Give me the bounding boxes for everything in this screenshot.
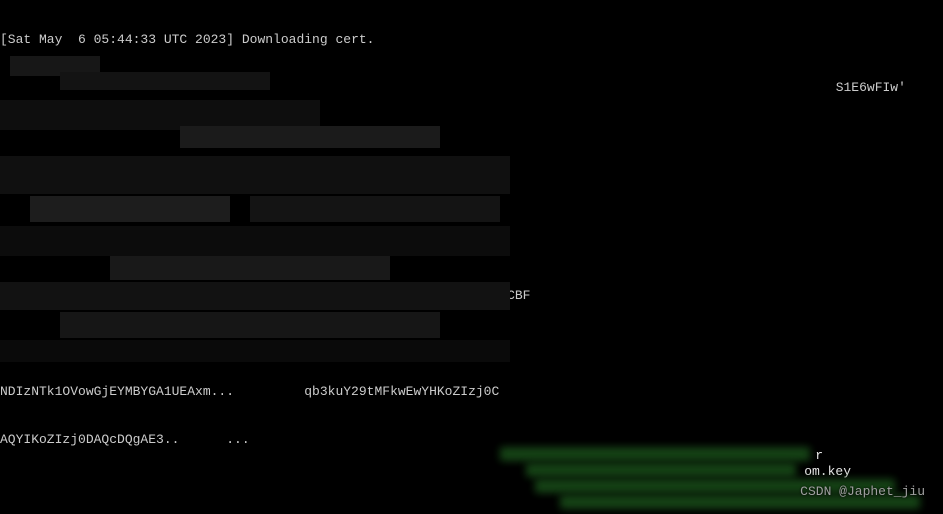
timestamp: [Sat May 6 05:44:36 UTC 2023]: [0, 128, 234, 143]
pem-line: CQYDVQQ 1UEChMHWmVyb1NTTDEqMCgGA1UEAxMhW…: [0, 288, 943, 304]
log-line: [Sat May 6 05:44:36 UTC 2023] Cert succe…: [0, 128, 943, 144]
redaction-pill: [500, 447, 810, 461]
path-tail: om.key: [804, 464, 851, 480]
watermark-text: CSDN @Japhet_jiu: [800, 484, 925, 500]
success-text: Cert success.: [234, 128, 343, 143]
log-text: S1E6wFIw': [836, 80, 906, 95]
timestamp: [Sat May 6 05:44:35 UTC 2023]: [0, 80, 234, 95]
path-tail: r: [815, 448, 823, 464]
timestamp: [Sat May 6 05:44:33 UTC 2023]: [0, 32, 234, 47]
log-line: [Sat May 6 05:44:33 UTC 2023] Downloadin…: [0, 32, 943, 48]
redaction-block: [0, 56, 510, 362]
redaction-pill: [526, 463, 796, 477]
log-text: Le_LinkCert='https://: [234, 80, 406, 95]
log-text: Downloading cert.: [234, 32, 374, 47]
terminal-window[interactable]: [Sat May 6 05:44:33 UTC 2023] Downloadin…: [0, 0, 943, 514]
pem-line: MIIEKjC CgAwIBAgIQPQ8MxrF/X24WwjyfvnmhiT…: [0, 240, 943, 256]
pem-line: AQYIKoZIzj0DAQcDQgAE3.. ...: [0, 432, 943, 448]
pem-line: NDIzNTk1OVowGjEYMBYGA1UEAxm... qb3kuY29t…: [0, 384, 943, 400]
pem-begin: -----BEGIN CERTIFICATE-----: [0, 176, 943, 192]
log-line: [Sat May 6 05:44:35 UTC 2023] Le_LinkCer…: [0, 80, 943, 96]
pem-line: Q0MgRG9tYW1ulFNl 4YDTIzMDUwNjAwMDAwMFoXD…: [0, 336, 943, 352]
